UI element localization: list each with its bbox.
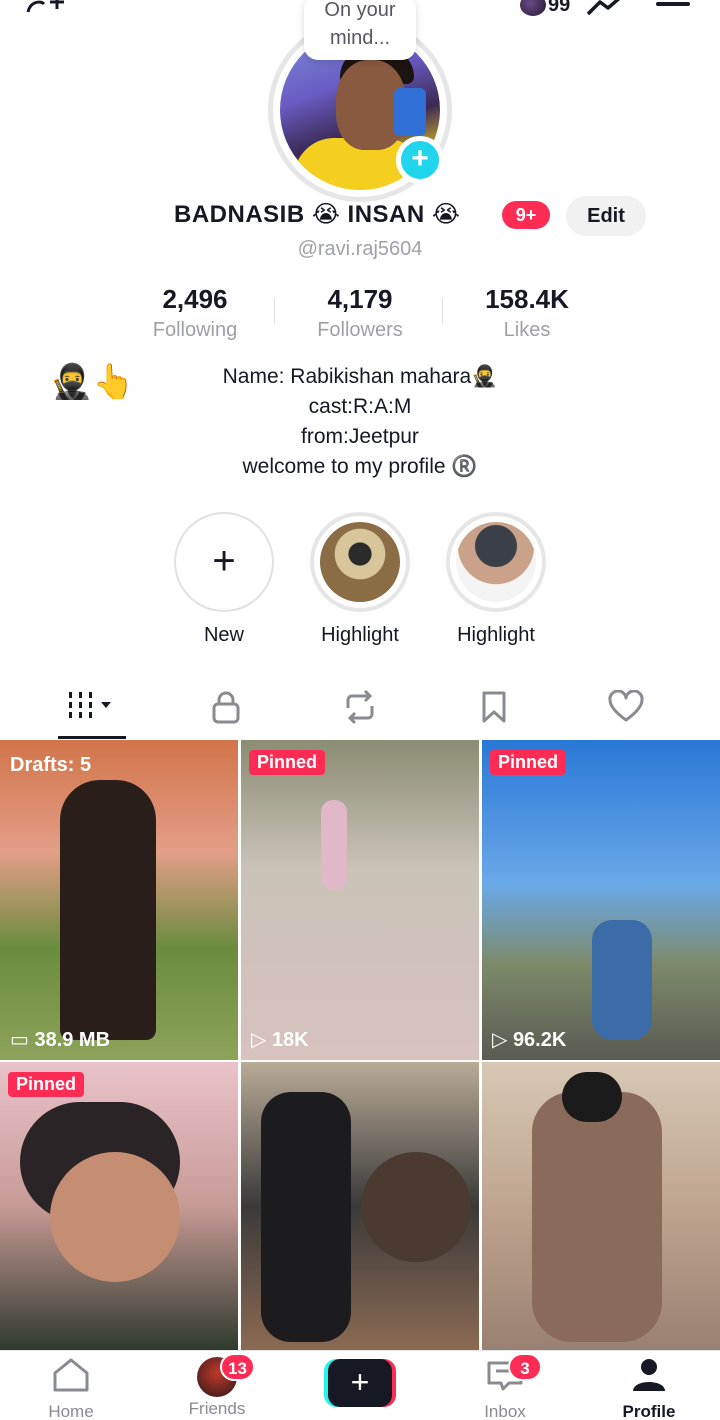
name-row: BADNASIB 😭 INSAN 😭 9+ Edit — [0, 196, 720, 236]
nav-friends-label: Friends — [188, 1399, 246, 1418]
thought-line-1: On your — [324, 0, 396, 21]
video-tile-drafts[interactable]: Drafts: 5 ▭ 38.9 MB — [0, 740, 238, 1060]
view-count-value: 18K — [271, 1029, 309, 1051]
repost-icon — [346, 690, 374, 724]
nav-profile-label: Profile — [622, 1402, 676, 1420]
video-tile[interactable]: Pinned — [0, 1062, 238, 1350]
bio: Name: Rabikishan mahara🥷 cast:R:A:M from… — [150, 362, 570, 482]
storage-icon: ▭ — [10, 1029, 35, 1051]
highlight-item[interactable]: Highlight — [310, 512, 410, 647]
new-highlight-button[interactable]: + New — [174, 512, 274, 647]
thought-bubble[interactable]: On your mind... — [304, 0, 416, 60]
highlight-label: Highlight — [457, 624, 535, 646]
highlight-thumbnail — [320, 522, 400, 602]
followers-label: Followers — [317, 319, 403, 341]
following-label: Following — [152, 319, 238, 341]
content-tabs — [0, 680, 720, 739]
video-tile[interactable]: Pinned ▷ 18K — [241, 740, 479, 1060]
followers-count: 4,179 — [327, 284, 393, 314]
pinned-badge: Pinned — [8, 1072, 85, 1097]
bio-line: Name: Rabikishan mahara🥷 — [222, 365, 498, 388]
video-tile[interactable] — [241, 1062, 479, 1350]
view-count-value: 96.2K — [512, 1029, 567, 1051]
play-icon: ▷ — [251, 1029, 272, 1051]
profile-icon — [633, 1359, 665, 1391]
bookmark-icon — [482, 691, 506, 723]
video-tile[interactable] — [482, 1062, 720, 1350]
account-avatar[interactable] — [520, 0, 546, 16]
friends-badge: 13 — [220, 1353, 255, 1381]
inbox-badge: 3 — [508, 1353, 542, 1381]
heart-icon — [608, 690, 644, 722]
video-size: ▭ 38.9 MB — [10, 1027, 110, 1052]
video-grid: Drafts: 5 ▭ 38.9 MB Pinned ▷ 18K Pinned … — [0, 740, 720, 1350]
view-count: ▷ 96.2K — [492, 1027, 566, 1052]
create-button[interactable]: + — [324, 1359, 396, 1407]
add-friend-icon[interactable] — [26, 0, 70, 18]
display-name: BADNASIB 😭 INSAN 😭 — [174, 201, 461, 228]
menu-icon[interactable] — [656, 2, 690, 6]
bio-emoji: 🥷👆 — [50, 363, 135, 401]
username: @ravi.raj5604 — [297, 238, 423, 260]
likes-stat[interactable]: 158.4K Likes — [462, 284, 592, 342]
stat-divider — [274, 298, 275, 324]
active-tab-indicator — [58, 736, 126, 739]
likes-label: Likes — [503, 319, 551, 341]
notification-count: 99 — [548, 0, 571, 16]
tab-videos[interactable] — [20, 680, 164, 738]
bio-line: from:Jeetpur — [301, 425, 419, 448]
plus-icon: + — [328, 1359, 392, 1407]
video-tile[interactable]: Pinned ▷ 96.2K — [482, 740, 720, 1060]
lock-icon — [212, 691, 240, 724]
add-story-button[interactable]: + — [396, 136, 444, 184]
highlight-label: New — [203, 624, 244, 646]
nav-inbox[interactable]: Inbox 3 — [450, 1353, 560, 1420]
drafts-label: Drafts: 5 — [10, 754, 92, 776]
followers-stat[interactable]: 4,179 Followers — [295, 284, 425, 342]
following-stat[interactable]: 2,496 Following — [130, 284, 260, 342]
pinned-badge: Pinned — [249, 750, 326, 775]
tab-private[interactable] — [154, 680, 298, 738]
tab-reposts[interactable] — [288, 680, 432, 738]
stat-divider — [442, 298, 443, 324]
nav-inbox-label: Inbox — [484, 1402, 526, 1420]
video-size-value: 38.9 MB — [34, 1029, 111, 1051]
nav-home-label: Home — [48, 1402, 94, 1420]
bio-line: welcome to my profile ®️ — [242, 455, 478, 478]
highlight-thumbnail — [456, 522, 536, 602]
view-count: ▷ 18K — [251, 1027, 309, 1052]
tab-liked[interactable] — [554, 680, 698, 738]
home-icon — [53, 1358, 89, 1392]
highlight-label: Highlight — [321, 624, 399, 646]
tab-favorites[interactable] — [422, 680, 566, 738]
profile-stats: 2,496 Following 4,179 Followers 158.4K L… — [140, 284, 580, 344]
highlight-item[interactable]: Highlight — [446, 512, 546, 647]
nav-friends[interactable]: Friends 13 — [162, 1353, 272, 1419]
grid-icon — [69, 692, 111, 718]
play-icon: ▷ — [492, 1029, 513, 1051]
plus-icon: + — [174, 512, 274, 612]
nav-home[interactable]: Home — [16, 1357, 126, 1420]
edit-profile-button[interactable]: Edit — [566, 196, 646, 236]
bottom-navigation: Home Friends 13 + Inbox 3 Profile — [0, 1350, 720, 1420]
thought-line-2: mind... — [329, 27, 391, 49]
likes-count: 158.4K — [485, 284, 569, 314]
pinned-badge: Pinned — [490, 750, 567, 775]
following-count: 2,496 — [162, 284, 228, 314]
nav-profile[interactable]: Profile — [594, 1357, 704, 1420]
analytics-icon[interactable] — [586, 0, 626, 16]
bio-line: cast:R:A:M — [308, 395, 412, 418]
notification-badge[interactable]: 9+ — [502, 201, 550, 229]
